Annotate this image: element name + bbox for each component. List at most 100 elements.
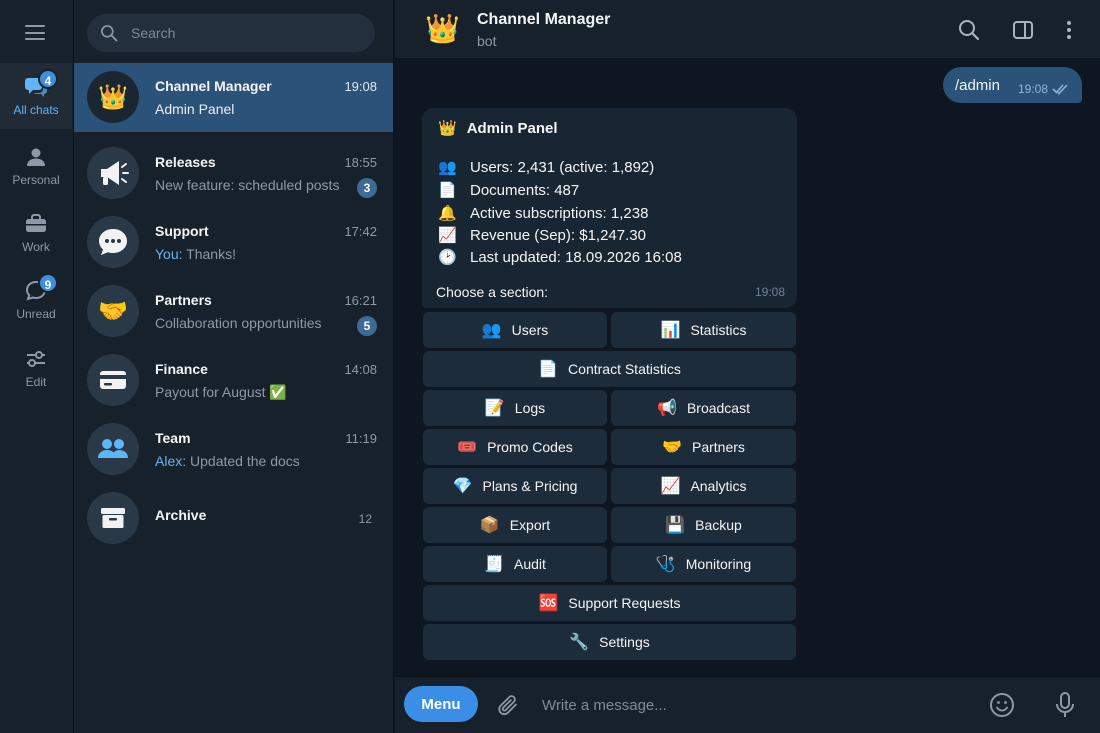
- folder-label: Unread: [16, 307, 56, 321]
- search-icon: [101, 25, 118, 42]
- unread-badge: 5: [357, 316, 377, 336]
- outgoing-message[interactable]: /admin 19:08: [942, 67, 1082, 103]
- people-icon: [98, 439, 128, 458]
- kb-promo-codes-button[interactable]: 🎟️ Promo Codes: [423, 429, 607, 465]
- avatar: 👑: [87, 71, 139, 123]
- stat-line: 📈 Revenue (Sep): $1,247.30: [438, 227, 646, 244]
- kb-broadcast-button[interactable]: 📢 Broadcast: [611, 390, 796, 426]
- chart-up-icon: 📈: [660, 478, 681, 495]
- chat-row-channel-manager[interactable]: 👑 Channel Manager 19:08 Admin Panel: [74, 63, 393, 132]
- avatar: 🤝: [87, 285, 139, 337]
- kb-export-button[interactable]: 📦 Export: [423, 507, 607, 543]
- message-input[interactable]: [542, 687, 962, 723]
- chat-row-team[interactable]: Team 11:19 Alex: Updated the docs: [74, 415, 393, 484]
- kb-backup-button[interactable]: 💾 Backup: [611, 507, 796, 543]
- folder-unread[interactable]: 9 Unread: [0, 267, 72, 333]
- bell-icon: 🔔: [438, 205, 457, 222]
- microphone-icon[interactable]: [1053, 691, 1077, 719]
- chat-preview: New feature: scheduled posts: [155, 177, 340, 193]
- speech-bubble-icon: [99, 229, 127, 255]
- avatar: [87, 423, 139, 475]
- stat-line: 👥 Users: 2,431 (active: 1,892): [438, 159, 655, 176]
- emoji-icon[interactable]: [989, 692, 1015, 718]
- search-box[interactable]: [87, 14, 375, 52]
- folder-work[interactable]: Work: [0, 200, 72, 266]
- message-heading: 👑 Admin Panel: [438, 120, 558, 137]
- chat-row-support[interactable]: Support 17:42 You: Thanks!: [74, 208, 393, 277]
- hamburger-menu-icon[interactable]: [25, 25, 45, 40]
- sos-icon: 🆘: [538, 595, 559, 612]
- avatar: [87, 492, 139, 544]
- unread-badge: 3: [357, 178, 377, 198]
- kb-settings-button[interactable]: 🔧 Settings: [423, 624, 796, 660]
- briefcase-icon: [26, 214, 46, 232]
- chat-time: 16:21: [344, 293, 377, 308]
- kb-analytics-button[interactable]: 📈 Analytics: [611, 468, 796, 504]
- folder-label: Personal: [12, 173, 60, 187]
- chat-row-finance[interactable]: Finance 14:08 Payout for August ✅: [74, 346, 393, 415]
- person-icon: [27, 148, 45, 166]
- kb-logs-button[interactable]: 📝 Logs: [423, 390, 607, 426]
- stethoscope-icon: 🩺: [655, 556, 676, 573]
- ticket-icon: 🎟️: [457, 439, 478, 456]
- chat-header: 👑 Channel Manager bot: [395, 0, 1100, 59]
- folder-all-chats[interactable]: 4 All chats: [0, 63, 72, 129]
- sidebar-toggle-icon[interactable]: [1011, 18, 1035, 42]
- credit-card-icon: [100, 371, 126, 389]
- crown-icon: 👑: [438, 120, 457, 137]
- folder-label: Edit: [25, 375, 47, 389]
- folder-edit[interactable]: Edit: [0, 335, 72, 401]
- kb-plans-pricing-button[interactable]: 💎 Plans & Pricing: [423, 468, 607, 504]
- chat-name: Finance: [155, 361, 208, 377]
- users-icon: 👥: [438, 159, 457, 176]
- kb-partners-button[interactable]: 🤝 Partners: [611, 429, 796, 465]
- double-check-icon: [1052, 84, 1068, 95]
- kb-audit-button[interactable]: 🧾 Audit: [423, 546, 607, 582]
- incoming-message[interactable]: 👑 Admin Panel 👥 Users: 2,431 (active: 1,89…: [422, 108, 797, 308]
- message-composer: Menu: [395, 676, 1100, 733]
- document-icon: 📄: [538, 361, 559, 378]
- receipt-icon: 🧾: [484, 556, 504, 573]
- chat-row-partners[interactable]: 🤝 Partners 16:21 Collaboration opportuni…: [74, 277, 393, 346]
- archive-count: 12: [358, 512, 372, 526]
- kb-statistics-button[interactable]: 📊 Statistics: [611, 312, 796, 348]
- chat-row-releases[interactable]: Releases 18:55 New feature: scheduled po…: [74, 139, 393, 208]
- chat-preview: Alex: Updated the docs: [155, 453, 300, 469]
- chat-time: 11:19: [345, 431, 377, 446]
- chat-view: 👑 Channel Manager bot /admin 19:08 👑 Admi…: [395, 0, 1100, 733]
- wrench-icon: 🔧: [569, 634, 590, 651]
- megaphone-icon: 📢: [657, 400, 677, 417]
- chat-row-archive[interactable]: Archive 12: [74, 484, 393, 553]
- chat-preview: Payout for August ✅: [155, 384, 287, 400]
- bar-chart-icon: 📊: [660, 322, 681, 339]
- folder-rail: 4 All chats Personal Work 9 Unread Edit: [0, 0, 74, 733]
- chat-preview: Collaboration opportunities: [155, 315, 322, 331]
- avatar: [87, 354, 139, 406]
- message-time: 19:08: [1017, 82, 1048, 96]
- message-prompt: Choose a section:: [436, 284, 549, 300]
- folder-badge: 9: [38, 273, 58, 293]
- folder-personal[interactable]: Personal: [0, 133, 72, 199]
- chat-list-panel: 👑 Channel Manager 19:08 Admin Panel Rele…: [74, 0, 394, 733]
- search-input[interactable]: [131, 14, 361, 52]
- kb-support-requests-button[interactable]: 🆘 Support Requests: [423, 585, 796, 621]
- search-icon[interactable]: [957, 18, 981, 42]
- paperclip-icon[interactable]: [496, 693, 520, 717]
- sliders-icon: [27, 351, 45, 367]
- kb-contract-statistics-button[interactable]: 📄 Contract Statistics: [423, 351, 796, 387]
- chat-name: Archive: [155, 507, 207, 523]
- chat-time: 19:08: [344, 79, 377, 94]
- kb-monitoring-button[interactable]: 🩺 Monitoring: [611, 546, 796, 582]
- memo-icon: 📝: [484, 400, 505, 417]
- archive-icon: [101, 508, 125, 528]
- kb-users-button[interactable]: 👥 Users: [423, 312, 607, 348]
- chat-name: Support: [155, 223, 209, 239]
- more-options-icon[interactable]: [1057, 18, 1081, 42]
- bot-menu-button[interactable]: Menu: [404, 686, 478, 722]
- folder-badge: 4: [38, 69, 58, 89]
- gem-icon: 💎: [452, 478, 473, 495]
- crown-icon[interactable]: 👑: [425, 12, 460, 45]
- chat-name: Channel Manager: [155, 78, 272, 94]
- chat-title[interactable]: Channel Manager: [477, 11, 610, 29]
- stat-line: 📄 Documents: 487: [438, 182, 580, 199]
